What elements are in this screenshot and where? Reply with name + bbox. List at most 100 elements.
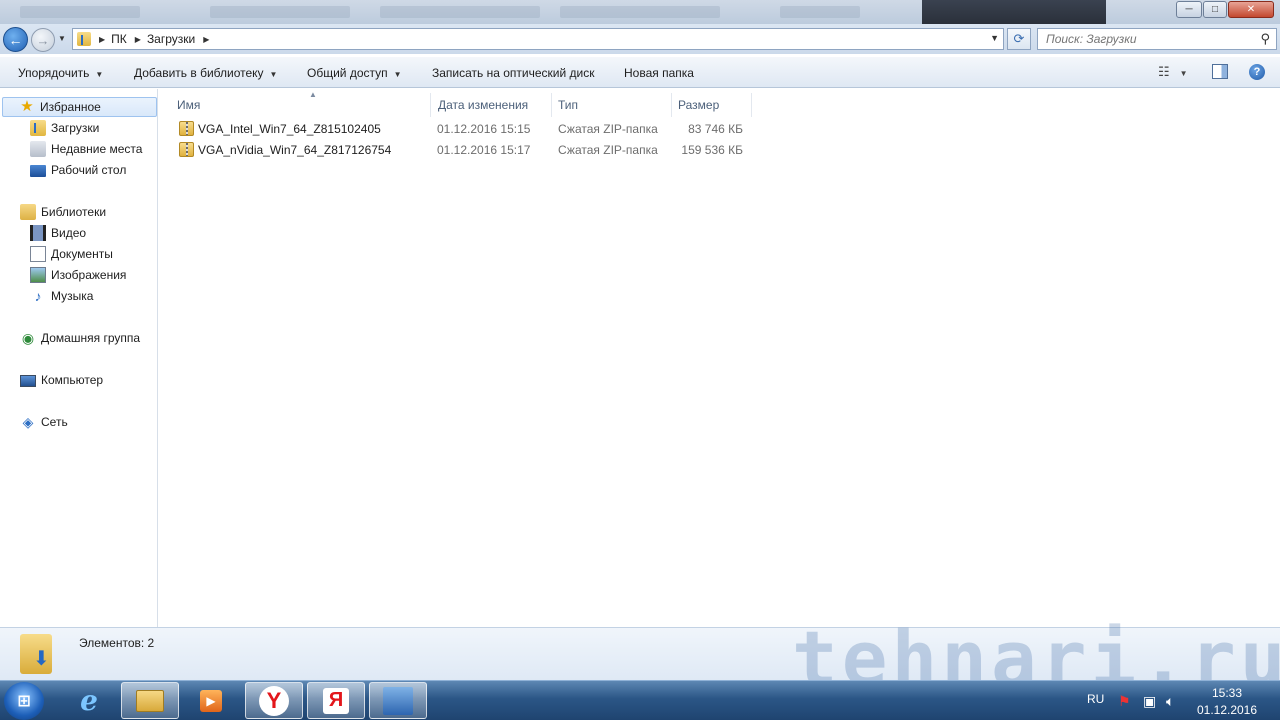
preview-pane-button[interactable] (1212, 64, 1228, 79)
ghost-tab (560, 6, 720, 18)
sidebar-item-libraries[interactable]: Библиотеки (20, 202, 106, 222)
action-center-icon[interactable]: ⚑ (1118, 693, 1131, 710)
windows-logo-icon: ⊞ (17, 693, 31, 710)
media-player-icon: ▶ (200, 689, 222, 712)
sidebar-item-label: Загрузки (51, 121, 100, 135)
share-label: Общий доступ (307, 66, 388, 80)
sidebar-item-label: Избранное (40, 100, 101, 114)
desktop-icon (30, 165, 46, 177)
sidebar-item-label: Сеть (41, 415, 68, 429)
breadcrumb-separator-icon[interactable]: ▶ (203, 35, 209, 44)
sidebar-item-favorites[interactable]: ★ Избранное (2, 97, 157, 117)
sidebar-item-label: Документы (51, 247, 113, 261)
burn-button[interactable]: Записать на оптический диск (432, 66, 595, 80)
explorer-icon (136, 689, 164, 712)
downloads-folder-icon (30, 120, 46, 136)
share-button[interactable]: Общий доступ ▼ (307, 66, 402, 80)
file-row[interactable]: VGA_nVidia_Win7_64_Z817126754 01.12.2016… (175, 140, 755, 161)
file-name: VGA_nVidia_Win7_64_Z817126754 (198, 143, 392, 157)
downloads-folder-icon (20, 634, 52, 674)
sidebar-item-downloads[interactable]: Загрузки (30, 118, 99, 138)
language-indicator[interactable]: RU (1087, 692, 1104, 706)
refresh-icon: ⟳ (1013, 31, 1025, 46)
star-icon: ★ (20, 98, 34, 115)
network-icon: ◈ (22, 414, 34, 430)
pictures-icon (30, 267, 46, 283)
yandex-browser-icon: Я (323, 687, 349, 714)
file-size: 159 536 КБ (681, 143, 743, 157)
column-header-size[interactable]: Размер (672, 93, 752, 117)
clock-time: 15:33 (1211, 686, 1243, 700)
taskbar-network-app[interactable] (369, 682, 427, 719)
view-options-button[interactable]: ☷ ▼ (1158, 64, 1188, 80)
sidebar-item-documents[interactable]: Документы (30, 244, 113, 264)
sidebar-item-recent-places[interactable]: Недавние места (30, 139, 142, 159)
title-bar: ─ □ ✕ (0, 0, 1280, 24)
sidebar-item-label: Рабочий стол (51, 163, 127, 177)
help-icon[interactable]: ? (1249, 64, 1265, 80)
sidebar-item-label: Изображения (51, 268, 127, 282)
breadcrumb-separator-icon[interactable]: ▶ (135, 35, 141, 44)
start-button[interactable]: ⊞ (4, 682, 44, 720)
notification-popup (922, 0, 1106, 24)
recent-pages-dropdown[interactable]: ▼ (58, 34, 66, 43)
network-tray-icon[interactable]: ▣ (1143, 693, 1156, 710)
minimize-button[interactable]: ─ (1176, 1, 1202, 18)
taskbar-explorer[interactable] (121, 682, 179, 719)
sidebar-item-music[interactable]: ♪ Музыка (30, 286, 94, 306)
taskbar-yandex[interactable]: Y (245, 682, 303, 719)
sidebar-item-video[interactable]: Видео (30, 223, 86, 243)
file-date: 01.12.2016 15:17 (437, 143, 531, 157)
search-icon[interactable]: ⚲ (1260, 31, 1270, 47)
sidebar-item-label: Домашняя группа (41, 331, 141, 345)
column-header-label: Тип (558, 98, 579, 112)
chevron-down-icon: ▼ (393, 70, 402, 79)
sidebar-item-desktop[interactable]: Рабочий стол (30, 160, 126, 180)
breadcrumb-downloads[interactable]: Загрузки (147, 32, 195, 46)
libraries-icon (20, 204, 36, 220)
taskbar-internet-explorer[interactable]: e (60, 682, 118, 719)
breadcrumb-separator-icon[interactable]: ▶ (99, 35, 105, 44)
close-button[interactable]: ✕ (1228, 1, 1274, 18)
taskbar-media-player[interactable]: ▶ (182, 682, 240, 719)
sidebar-item-pictures[interactable]: Изображения (30, 265, 126, 285)
internet-explorer-icon: e (80, 684, 98, 717)
volume-icon[interactable]: 🔈︎ (1166, 693, 1174, 710)
forward-button[interactable]: → (31, 28, 55, 52)
address-dropdown-icon[interactable]: ▼ (990, 33, 999, 43)
column-header-name[interactable]: Имя ▲ (171, 90, 431, 117)
sidebar-item-label: Музыка (51, 289, 94, 303)
maximize-button[interactable]: □ (1203, 1, 1227, 18)
arrow-right-icon: → (36, 32, 50, 48)
address-row: ← → ▼ ▶ ПК ▶ Загрузки ▶ ▼ ⟳ ⚲ (0, 24, 1280, 54)
sidebar-item-computer[interactable]: Компьютер (20, 370, 103, 390)
breadcrumb-pc[interactable]: ПК (111, 32, 127, 46)
new-folder-button[interactable]: Новая папка (624, 66, 694, 80)
downloads-folder-icon (77, 32, 91, 46)
sidebar-item-label: Библиотеки (41, 205, 107, 219)
add-to-library-button[interactable]: Добавить в библиотеку ▼ (134, 66, 277, 80)
back-button[interactable]: ← (3, 27, 28, 52)
sidebar-item-network[interactable]: ◈ Сеть (20, 412, 68, 432)
clock-date: 01.12.2016 (1196, 703, 1258, 717)
column-header-type[interactable]: Тип (552, 93, 672, 117)
refresh-button[interactable]: ⟳ (1007, 28, 1031, 50)
details-pane: Элементов: 2 tehnari.ru (0, 614, 1280, 703)
address-bar[interactable]: ▶ ПК ▶ Загрузки ▶ ▼ (72, 28, 1004, 50)
recent-places-icon (30, 141, 46, 157)
document-icon (30, 246, 46, 262)
search-box[interactable]: ⚲ (1037, 28, 1277, 50)
computer-icon (20, 374, 36, 387)
column-header-date[interactable]: Дата изменения (432, 93, 552, 117)
sidebar-item-homegroup[interactable]: ◉ Домашняя группа (20, 328, 140, 348)
organize-button[interactable]: Упорядочить ▼ (18, 66, 103, 80)
file-row[interactable]: VGA_Intel_Win7_64_Z815102405 01.12.2016 … (175, 119, 755, 140)
navigation-pane: ★ Избранное Загрузки Недавние места Рабо… (0, 89, 158, 627)
search-input[interactable] (1038, 29, 1248, 49)
file-name: VGA_Intel_Win7_64_Z815102405 (198, 122, 381, 136)
sidebar-item-label: Недавние места (51, 142, 143, 156)
taskbar-yandex-browser[interactable]: Я (307, 682, 365, 719)
column-header-label: Размер (678, 98, 720, 112)
clock[interactable]: 15:33 01.12.2016 (1196, 685, 1258, 719)
item-count: Элементов: 2 (79, 636, 155, 650)
